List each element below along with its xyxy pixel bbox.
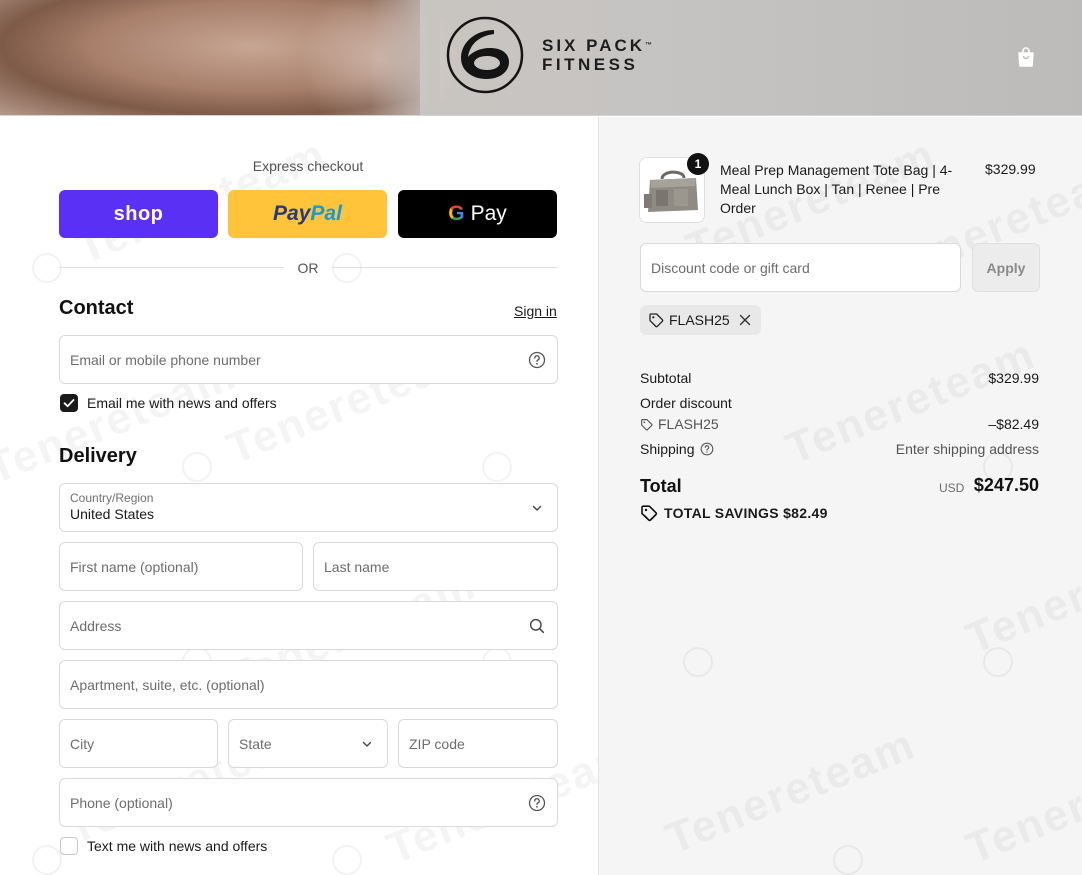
google-pay-label: Pay (470, 202, 507, 225)
or-divider: OR (59, 258, 557, 278)
brand-line2: FITNESS (542, 55, 639, 74)
product-price: $329.99 (985, 161, 1036, 177)
watermark-seal (332, 845, 362, 875)
savings-tag-icon (641, 505, 658, 522)
apply-discount-button[interactable]: Apply (972, 243, 1040, 292)
shipping-label: Shipping (640, 441, 695, 457)
country-label: Country/Region (70, 491, 154, 505)
zip-field[interactable]: ZIP code (398, 719, 558, 768)
watermark: Tenereteam (959, 519, 1082, 664)
discount-code-text: FLASH25 (658, 416, 719, 432)
applied-code-label: FLASH25 (669, 312, 730, 328)
apartment-field[interactable]: Apartment, suite, etc. (optional) (59, 660, 558, 709)
email-news-checkbox[interactable] (60, 394, 78, 412)
discount-placeholder: Discount code or gift card (651, 259, 810, 276)
google-pay-button[interactable]: G Pay (398, 190, 557, 238)
state-select[interactable]: State (228, 719, 388, 768)
watermark-seal (182, 452, 212, 482)
text-news-checkbox[interactable] (60, 837, 78, 855)
brand-logo[interactable]: SIX PACK™ FITNESS (446, 16, 652, 94)
city-field[interactable]: City (59, 719, 218, 768)
watermark-seal (482, 452, 512, 482)
paypal-label-pal: Pal (310, 202, 342, 225)
watermark-seal (833, 845, 863, 875)
subtotal-value: $329.99 (988, 370, 1039, 386)
address-placeholder: Address (70, 617, 122, 634)
help-circle-icon[interactable] (528, 794, 546, 812)
brand-trademark: ™ (645, 42, 653, 49)
chevron-down-icon (362, 741, 372, 747)
apartment-placeholder: Apartment, suite, etc. (optional) (70, 676, 265, 693)
divider-line (332, 267, 557, 268)
country-value: United States (70, 506, 155, 522)
last-name-field[interactable]: Last name (313, 542, 558, 591)
contact-heading: Contact (59, 297, 134, 319)
paypal-label-pay: Pay (273, 202, 311, 225)
savings-value: $82.49 (783, 505, 828, 521)
remove-discount-icon[interactable] (739, 314, 751, 326)
watermark: Tenereteam (659, 719, 922, 864)
help-circle-icon[interactable] (700, 442, 714, 456)
tag-icon (649, 313, 664, 328)
shopping-bag-icon[interactable] (1014, 45, 1038, 69)
watermark-seal (683, 647, 713, 677)
express-checkout-title: Express checkout (252, 158, 364, 174)
banner-fade (370, 0, 440, 115)
checkmark-icon (63, 399, 75, 408)
shipping-row: Shipping (640, 441, 714, 457)
checkout-form: Tenereteam Tenereteam Tenereteam Teneret… (0, 117, 643, 875)
state-placeholder: State (239, 735, 272, 752)
phone-placeholder: Phone (optional) (70, 794, 173, 811)
first-name-field[interactable]: First name (optional) (59, 542, 303, 591)
watermark-seal (32, 253, 62, 283)
watermark-seal (32, 845, 62, 875)
order-discount-label: Order discount (640, 395, 732, 411)
chevron-down-icon (532, 505, 542, 511)
text-news-label: Text me with news and offers (87, 838, 268, 854)
shipping-value: Enter shipping address (895, 441, 1039, 457)
google-g-icon: G (448, 202, 465, 225)
shop-pay-label: shop (113, 202, 164, 225)
first-name-placeholder: First name (optional) (70, 558, 199, 575)
phone-field[interactable]: Phone (optional) (59, 778, 558, 827)
watermark: Tenereteam (959, 729, 1082, 874)
shop-pay-button[interactable]: shop (59, 190, 218, 238)
total-savings: TOTAL SAVINGS $82.49 (640, 504, 828, 522)
quantity-badge: 1 (687, 153, 709, 175)
discount-code-row: FLASH25 (640, 416, 719, 432)
order-summary: Tenereteam Tenereteam Tenereteam Teneret… (598, 117, 1082, 875)
email-news-label: Email me with news and offers (87, 395, 277, 411)
header-banner: SIX PACK™ FITNESS (0, 0, 1082, 116)
subtotal-label: Subtotal (640, 370, 692, 386)
delivery-heading: Delivery (59, 445, 137, 467)
total-label: Total (640, 476, 682, 496)
search-icon (529, 618, 545, 633)
six-logo-icon (446, 16, 524, 94)
discount-code-input[interactable]: Discount code or gift card (640, 243, 961, 292)
sign-in-link[interactable]: Sign in (514, 303, 557, 319)
address-field[interactable]: Address (59, 601, 558, 650)
applied-discount-chip: FLASH25 (640, 305, 761, 335)
savings-label: TOTAL SAVINGS (664, 505, 779, 521)
last-name-placeholder: Last name (324, 558, 390, 575)
email-field[interactable]: Email or mobile phone number (59, 335, 558, 384)
city-placeholder: City (70, 735, 95, 752)
total-value: $247.50 (973, 475, 1039, 495)
watermark-seal (983, 647, 1013, 677)
zip-placeholder: ZIP code (409, 735, 465, 752)
email-placeholder: Email or mobile phone number (70, 351, 261, 368)
or-label: OR (297, 260, 319, 276)
paypal-button[interactable]: Pay Pal (228, 190, 387, 238)
brand-name: SIX PACK™ FITNESS (542, 36, 652, 74)
brand-line1: SIX PACK (542, 36, 646, 55)
product-name: Meal Prep Management Tote Bag | 4-Meal L… (720, 162, 953, 216)
discount-value: –$82.49 (988, 416, 1039, 432)
country-select[interactable]: Country/Region United States (59, 483, 558, 532)
total-currency: USD (939, 481, 965, 495)
help-circle-icon[interactable] (528, 351, 546, 369)
tag-icon (641, 418, 653, 430)
